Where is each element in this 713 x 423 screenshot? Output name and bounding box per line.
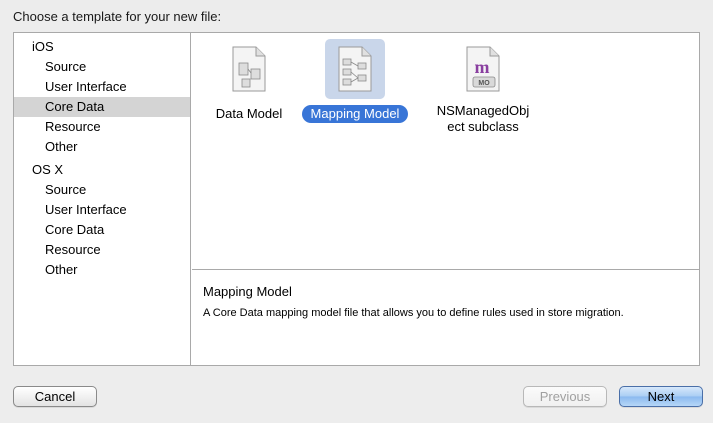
- mapping-model-file-icon: [325, 39, 385, 99]
- next-button[interactable]: Next: [619, 386, 703, 407]
- sidebar-item-osx-resource[interactable]: Resource: [14, 240, 190, 260]
- svg-text:MO: MO: [478, 80, 490, 87]
- sidebar-item-osx-user-interface[interactable]: User Interface: [14, 200, 190, 220]
- sidebar-item-osx-core-data[interactable]: Core Data: [14, 220, 190, 240]
- previous-button[interactable]: Previous: [523, 386, 607, 407]
- template-label: Data Model: [215, 106, 283, 121]
- svg-text:m: m: [475, 57, 490, 77]
- template-label: NSManagedObj ect subclass: [436, 103, 530, 134]
- sidebar-section-osx: OS X: [32, 162, 64, 177]
- description-text: A Core Data mapping model file that allo…: [203, 307, 624, 319]
- data-model-file-icon: [219, 39, 279, 99]
- platform-sidebar[interactable]: iOS Source User Interface Core Data Reso…: [14, 33, 191, 365]
- sidebar-item-osx-source[interactable]: Source: [14, 180, 190, 200]
- new-file-sheet: Choose a template for your new file: iOS…: [0, 0, 713, 423]
- sidebar-item-ios-source[interactable]: Source: [14, 57, 190, 77]
- template-grid: Data Model Mapping Model m MO NSManagedO…: [192, 33, 699, 269]
- sheet-header: Choose a template for your new file:: [13, 9, 222, 24]
- cancel-button[interactable]: Cancel: [13, 386, 97, 407]
- template-data-model[interactable]: Data Model: [189, 39, 309, 123]
- template-label: Mapping Model: [301, 105, 409, 123]
- sidebar-item-ios-other[interactable]: Other: [14, 137, 190, 157]
- sidebar-section-ios: iOS: [32, 39, 54, 54]
- managed-object-file-icon: m MO: [453, 39, 513, 99]
- sidebar-item-ios-core-data[interactable]: Core Data: [14, 97, 190, 117]
- sidebar-item-ios-resource[interactable]: Resource: [14, 117, 190, 137]
- description-title: Mapping Model: [203, 284, 292, 299]
- template-mapping-model[interactable]: Mapping Model: [295, 39, 415, 123]
- template-chooser: iOS Source User Interface Core Data Reso…: [13, 32, 700, 366]
- template-description-panel: Mapping Model A Core Data mapping model …: [192, 270, 699, 365]
- sidebar-item-ios-user-interface[interactable]: User Interface: [14, 77, 190, 97]
- template-nsmanagedobject-subclass[interactable]: m MO NSManagedObj ect subclass: [423, 39, 543, 136]
- sidebar-item-osx-other[interactable]: Other: [14, 260, 190, 280]
